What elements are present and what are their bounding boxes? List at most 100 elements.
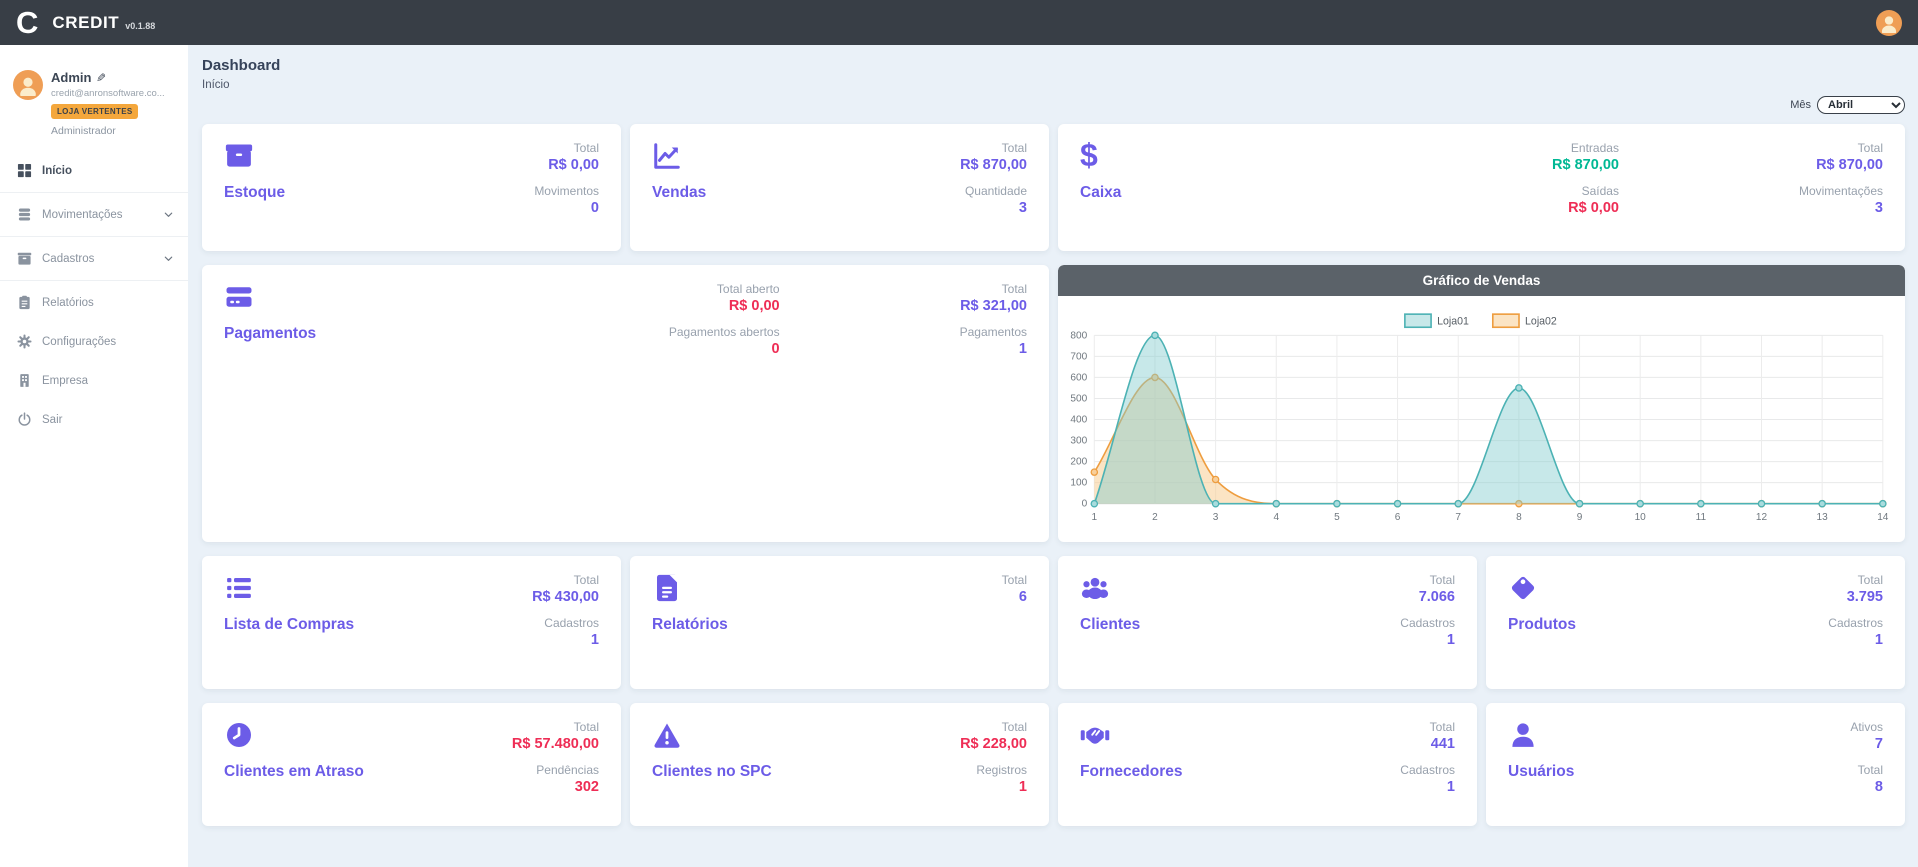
- chevron-down-icon: [163, 209, 174, 220]
- card-caixa: $ Caixa Entradas R$ 870,00 Saídas R$ 0,0…: [1058, 124, 1905, 251]
- month-filter: Mês Abril: [202, 95, 1905, 115]
- card-title-relatorios[interactable]: Relatórios: [652, 616, 728, 634]
- divider: [0, 192, 188, 193]
- user-role: Administrador: [51, 125, 165, 137]
- sidebar-nav: Início Movimentações Cadastros: [0, 151, 188, 439]
- sidebar-item-cadastros[interactable]: Cadastros: [0, 239, 188, 278]
- card-clientes-no-spc: Clientes no SPC Total R$ 228,00 Registro…: [630, 703, 1049, 826]
- month-select[interactable]: Abril: [1817, 96, 1905, 114]
- card-title-clientes-em-atraso[interactable]: Clientes em Atraso: [224, 763, 364, 781]
- sidebar-item-label: Relatórios: [42, 297, 94, 309]
- stat-value: 1: [1400, 631, 1455, 651]
- svg-text:200: 200: [1070, 457, 1087, 468]
- user-block: Admin ✎ credit@anronsoftware.co... LOJA …: [0, 45, 188, 137]
- edit-profile-icon[interactable]: ✎: [96, 71, 106, 85]
- stat-label: Cadastros: [544, 616, 599, 631]
- card-title-pagamentos[interactable]: Pagamentos: [224, 325, 316, 343]
- card-title-clientes-no-spc[interactable]: Clientes no SPC: [652, 763, 772, 781]
- document-icon: [652, 573, 682, 603]
- stat-value: 6: [1002, 588, 1027, 608]
- card-title-clientes[interactable]: Clientes: [1080, 616, 1140, 634]
- sidebar: Admin ✎ credit@anronsoftware.co... LOJA …: [0, 45, 188, 867]
- stat-value: R$ 870,00: [1816, 156, 1883, 176]
- sidebar-item-relatorios[interactable]: Relatórios: [0, 283, 188, 322]
- user-name: Admin: [51, 70, 91, 85]
- building-icon: [17, 373, 32, 388]
- svg-text:7: 7: [1455, 512, 1461, 523]
- stat-value: R$ 870,00: [1552, 156, 1619, 176]
- card-title-fornecedores[interactable]: Fornecedores: [1080, 763, 1183, 781]
- gear-icon: [17, 334, 32, 349]
- stat-value: 3.795: [1847, 588, 1883, 608]
- stat-value: 1: [960, 340, 1027, 360]
- warning-icon: [652, 720, 682, 750]
- stat-value: R$ 0,00: [1568, 199, 1619, 219]
- list-icon: [224, 573, 254, 603]
- sidebar-item-label: Cadastros: [42, 253, 94, 265]
- card-title-vendas[interactable]: Vendas: [652, 184, 706, 202]
- dashboard-grid: Estoque Total R$ 0,00 Movimentos 0 Venda…: [202, 124, 1905, 826]
- stat-label: Movimentações: [1799, 184, 1883, 199]
- stat-label: Total: [512, 720, 599, 735]
- user-avatar: [13, 70, 43, 100]
- svg-text:400: 400: [1070, 415, 1087, 426]
- svg-text:2: 2: [1152, 512, 1158, 523]
- breadcrumb: Início: [202, 79, 1905, 91]
- card-relatorios: Relatórios Total 6: [630, 556, 1049, 689]
- sidebar-item-movimentacoes[interactable]: Movimentações: [0, 195, 188, 234]
- card-clientes: Clientes Total 7.066 Cadastros 1: [1058, 556, 1477, 689]
- page-title: Dashboard: [202, 57, 1905, 74]
- stat-value: R$ 0,00: [717, 297, 780, 317]
- card-usuarios: Usuários Ativos 7 Total 8: [1486, 703, 1905, 826]
- stat-label: Total: [1847, 573, 1883, 588]
- card-title-estoque[interactable]: Estoque: [224, 184, 285, 202]
- stat-label: Total: [532, 573, 599, 588]
- stat-label: Total: [1419, 573, 1455, 588]
- card-title-produtos[interactable]: Produtos: [1508, 616, 1576, 634]
- svg-text:1: 1: [1091, 512, 1097, 523]
- svg-text:100: 100: [1070, 478, 1087, 489]
- stack-icon: [17, 207, 32, 222]
- card-estoque: Estoque Total R$ 0,00 Movimentos 0: [202, 124, 621, 251]
- sidebar-item-empresa[interactable]: Empresa: [0, 361, 188, 400]
- archive-icon: [17, 251, 32, 266]
- stat-value: R$ 430,00: [532, 588, 599, 608]
- svg-text:0: 0: [1082, 499, 1088, 510]
- svg-text:Loja02: Loja02: [1525, 316, 1557, 328]
- sidebar-item-inicio[interactable]: Início: [0, 151, 188, 190]
- month-filter-label: Mês: [1790, 99, 1811, 111]
- stat-label: Saídas: [1568, 184, 1619, 199]
- dollar-icon: $: [1080, 141, 1121, 171]
- stat-value: R$ 57.480,00: [512, 735, 599, 755]
- stat-label: Pendências: [536, 763, 599, 778]
- svg-text:600: 600: [1070, 372, 1087, 383]
- stat-value: 0: [534, 199, 599, 219]
- card-title-usuarios[interactable]: Usuários: [1508, 763, 1574, 781]
- stat-value: 1: [976, 778, 1027, 798]
- stat-value: R$ 0,00: [548, 156, 599, 176]
- stat-value: 3: [1799, 199, 1883, 219]
- stat-label: Total: [1858, 763, 1883, 778]
- stat-label: Cadastros: [1400, 616, 1455, 631]
- svg-text:4: 4: [1273, 512, 1279, 523]
- card-title-caixa[interactable]: Caixa: [1080, 184, 1121, 202]
- svg-text:800: 800: [1070, 330, 1087, 341]
- chevron-down-icon: [163, 253, 174, 264]
- sidebar-item-configuracoes[interactable]: Configurações: [0, 322, 188, 361]
- svg-text:5: 5: [1334, 512, 1340, 523]
- tag-icon: [1508, 573, 1538, 603]
- card-title-lista-de-compras[interactable]: Lista de Compras: [224, 616, 354, 634]
- svg-text:700: 700: [1070, 351, 1087, 362]
- brand-name: CREDIT: [52, 13, 119, 33]
- person-icon: [17, 74, 39, 96]
- store-badge: LOJA VERTENTES: [51, 104, 138, 119]
- topbar: C CREDIT v0.1.88: [0, 0, 1918, 45]
- card-vendas: Vendas Total R$ 870,00 Quantidade 3: [630, 124, 1049, 251]
- card-grafico-vendas: Gráfico de Vendas 0100200300400500600700…: [1058, 265, 1905, 542]
- sidebar-item-sair[interactable]: Sair: [0, 400, 188, 439]
- card-fornecedores: Fornecedores Total 441 Cadastros 1: [1058, 703, 1477, 826]
- svg-text:11: 11: [1696, 512, 1707, 523]
- divider: [0, 280, 188, 281]
- topbar-user-avatar[interactable]: [1876, 10, 1902, 36]
- stat-value: 8: [1858, 778, 1883, 798]
